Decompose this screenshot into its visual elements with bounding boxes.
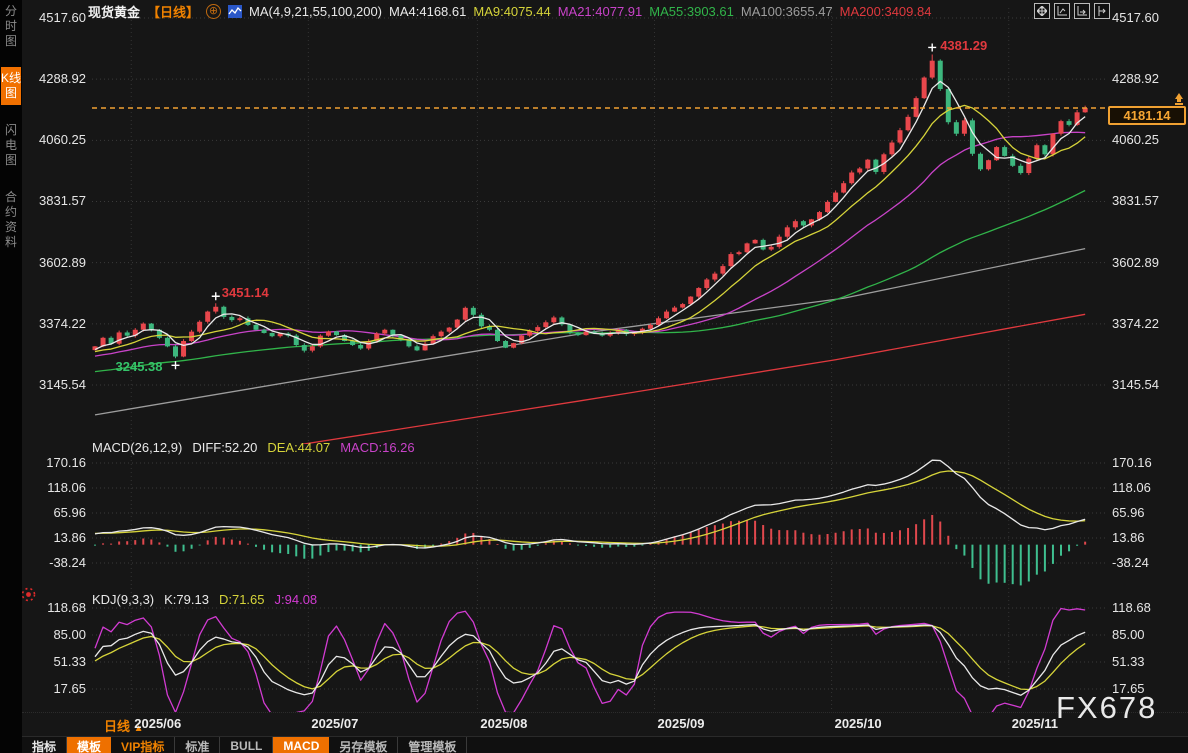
toolbar-tab-2[interactable]: 模板 <box>67 737 111 753</box>
watermark: FX678 <box>1056 690 1157 726</box>
sidebar-item-kline-chart[interactable]: K线图 <box>1 67 21 105</box>
month-label: 2025/10 <box>835 716 882 731</box>
macd-axis-label-left: 65.96 <box>24 505 86 520</box>
kdj-axis-label-right: 118.68 <box>1112 600 1151 615</box>
toolbar-tab-4[interactable]: 标准 <box>175 737 220 753</box>
macd-macd-value: MACD:16.26 <box>340 440 414 455</box>
price-axis-label-right: 3602.89 <box>1112 255 1159 270</box>
add-indicator-icon[interactable]: ⊕ <box>206 4 221 19</box>
price-axis-label-left: 3602.89 <box>24 255 86 270</box>
kdj-axis-label-left: 17.65 <box>24 681 86 696</box>
indicator-toolbar: 指标模板VIP指标标准BULLMACD另存模板管理模板 <box>22 736 1188 753</box>
macd-dea-value: DEA:44.07 <box>267 440 330 455</box>
kdj-name: KDJ(9,3,3) <box>92 592 154 607</box>
macd-axis-label-right: 13.86 <box>1112 530 1145 545</box>
trading-app-window: 分时图 K线图 闪电图 合约资料 现货黄金 【日线】 ⊕ MA(4,9,21,5… <box>0 0 1188 753</box>
candlestick-chart-canvas[interactable] <box>0 0 1188 753</box>
toolbar-tab-3[interactable]: VIP指标 <box>111 737 175 753</box>
price-axis-label-left: 4517.60 <box>24 10 86 25</box>
ma100-value: MA100:3655.47 <box>741 4 833 19</box>
june-low-annotation: 3245.38 <box>116 359 163 374</box>
chart-mode-sidebar: 分时图 K线图 闪电图 合约资料 <box>0 0 22 753</box>
kdj-j-value: J:94.08 <box>275 592 318 607</box>
macd-panel-header: MACD(26,12,9) DIFF:52.20 DEA:44.07 MACD:16.… <box>92 440 425 455</box>
ma4-value: MA4:4168.61 <box>389 4 466 19</box>
x-axis-strip: 日线 ▲ 2025/062025/072025/082025/092025/10… <box>22 712 1188 737</box>
price-axis-label-right: 3831.57 <box>1112 193 1159 208</box>
ma9-value: MA9:4075.44 <box>473 4 550 19</box>
price-axis-label-left: 3831.57 <box>24 193 86 208</box>
june-high-annotation: 3451.14 <box>222 285 269 300</box>
period-badge[interactable]: 【日线】 <box>147 2 199 21</box>
month-label: 2025/09 <box>658 716 705 731</box>
toolbar-tab-8[interactable]: 管理模板 <box>398 737 467 753</box>
price-alert-icon[interactable] <box>1172 93 1186 111</box>
macd-axis-label-right: -38.24 <box>1112 555 1149 570</box>
kdj-k-value: K:79.13 <box>164 592 209 607</box>
price-axis-label-right: 3374.22 <box>1112 316 1159 331</box>
kdj-axis-label-right: 85.00 <box>1112 627 1145 642</box>
kdj-axis-label-right: 51.33 <box>1112 654 1145 669</box>
macd-axis-label-left: 118.06 <box>24 480 86 495</box>
price-axis-label-left: 4060.25 <box>24 132 86 147</box>
axis-fit-icon[interactable] <box>1054 3 1070 19</box>
kdj-panel-header: KDJ(9,3,3) K:79.13 D:71.65 J:94.08 <box>92 592 327 607</box>
toolbar-tab-5[interactable]: BULL <box>220 737 273 753</box>
toolbar-tab-6[interactable]: MACD <box>273 737 329 753</box>
peak-price-annotation: 4381.29 <box>940 38 987 53</box>
axis-scale-icon[interactable] <box>1074 3 1090 19</box>
price-axis-label-right: 4288.92 <box>1112 71 1159 86</box>
month-label: 2025/08 <box>480 716 527 731</box>
macd-axis-label-right: 65.96 <box>1112 505 1145 520</box>
sidebar-item-time-chart[interactable]: 分时图 <box>1 0 21 53</box>
price-axis-label-right: 3145.54 <box>1112 377 1159 392</box>
live-indicator-icon <box>20 586 37 608</box>
chart-tool-icons <box>1034 3 1110 19</box>
kdj-d-value: D:71.65 <box>219 592 265 607</box>
price-axis-label-right: 4060.25 <box>1112 132 1159 147</box>
ma200-value: MA200:3409.84 <box>840 4 932 19</box>
ma21-value: MA21:4077.91 <box>558 4 643 19</box>
macd-axis-label-left: -38.24 <box>24 555 86 570</box>
pan-icon[interactable] <box>1034 3 1050 19</box>
chart-header: 现货黄金 【日线】 ⊕ MA(4,9,21,55,100,200) MA4:41… <box>88 2 931 20</box>
ma55-value: MA55:3903.61 <box>649 4 734 19</box>
toolbar-tab-7[interactable]: 另存模板 <box>329 737 398 753</box>
axis-shift-icon[interactable] <box>1094 3 1110 19</box>
price-axis-label-left: 4288.92 <box>24 71 86 86</box>
macd-diff-value: DIFF:52.20 <box>192 440 257 455</box>
macd-axis-label-left: 13.86 <box>24 530 86 545</box>
month-label: 2025/11 <box>1012 716 1058 731</box>
ma-group-label: MA(4,9,21,55,100,200) <box>249 4 382 19</box>
sidebar-item-contract-info[interactable]: 合约资料 <box>1 186 21 254</box>
price-axis-label-right: 4517.60 <box>1112 10 1159 25</box>
kdj-axis-label-left: 85.00 <box>24 627 86 642</box>
toolbar-tab-1[interactable]: 指标 <box>22 737 67 753</box>
macd-axis-label-right: 170.16 <box>1112 455 1152 470</box>
macd-axis-label-right: 118.06 <box>1112 480 1151 495</box>
sidebar-item-flash-chart[interactable]: 闪电图 <box>1 119 21 172</box>
chart-type-icon[interactable] <box>228 5 242 18</box>
month-label: 2025/07 <box>311 716 358 731</box>
month-label: 2025/06 <box>134 716 181 731</box>
kdj-axis-label-left: 51.33 <box>24 654 86 669</box>
symbol-title: 现货黄金 <box>88 2 140 21</box>
price-axis-label-left: 3145.54 <box>24 377 86 392</box>
price-axis-label-left: 3374.22 <box>24 316 86 331</box>
macd-axis-label-left: 170.16 <box>24 455 86 470</box>
macd-name: MACD(26,12,9) <box>92 440 182 455</box>
